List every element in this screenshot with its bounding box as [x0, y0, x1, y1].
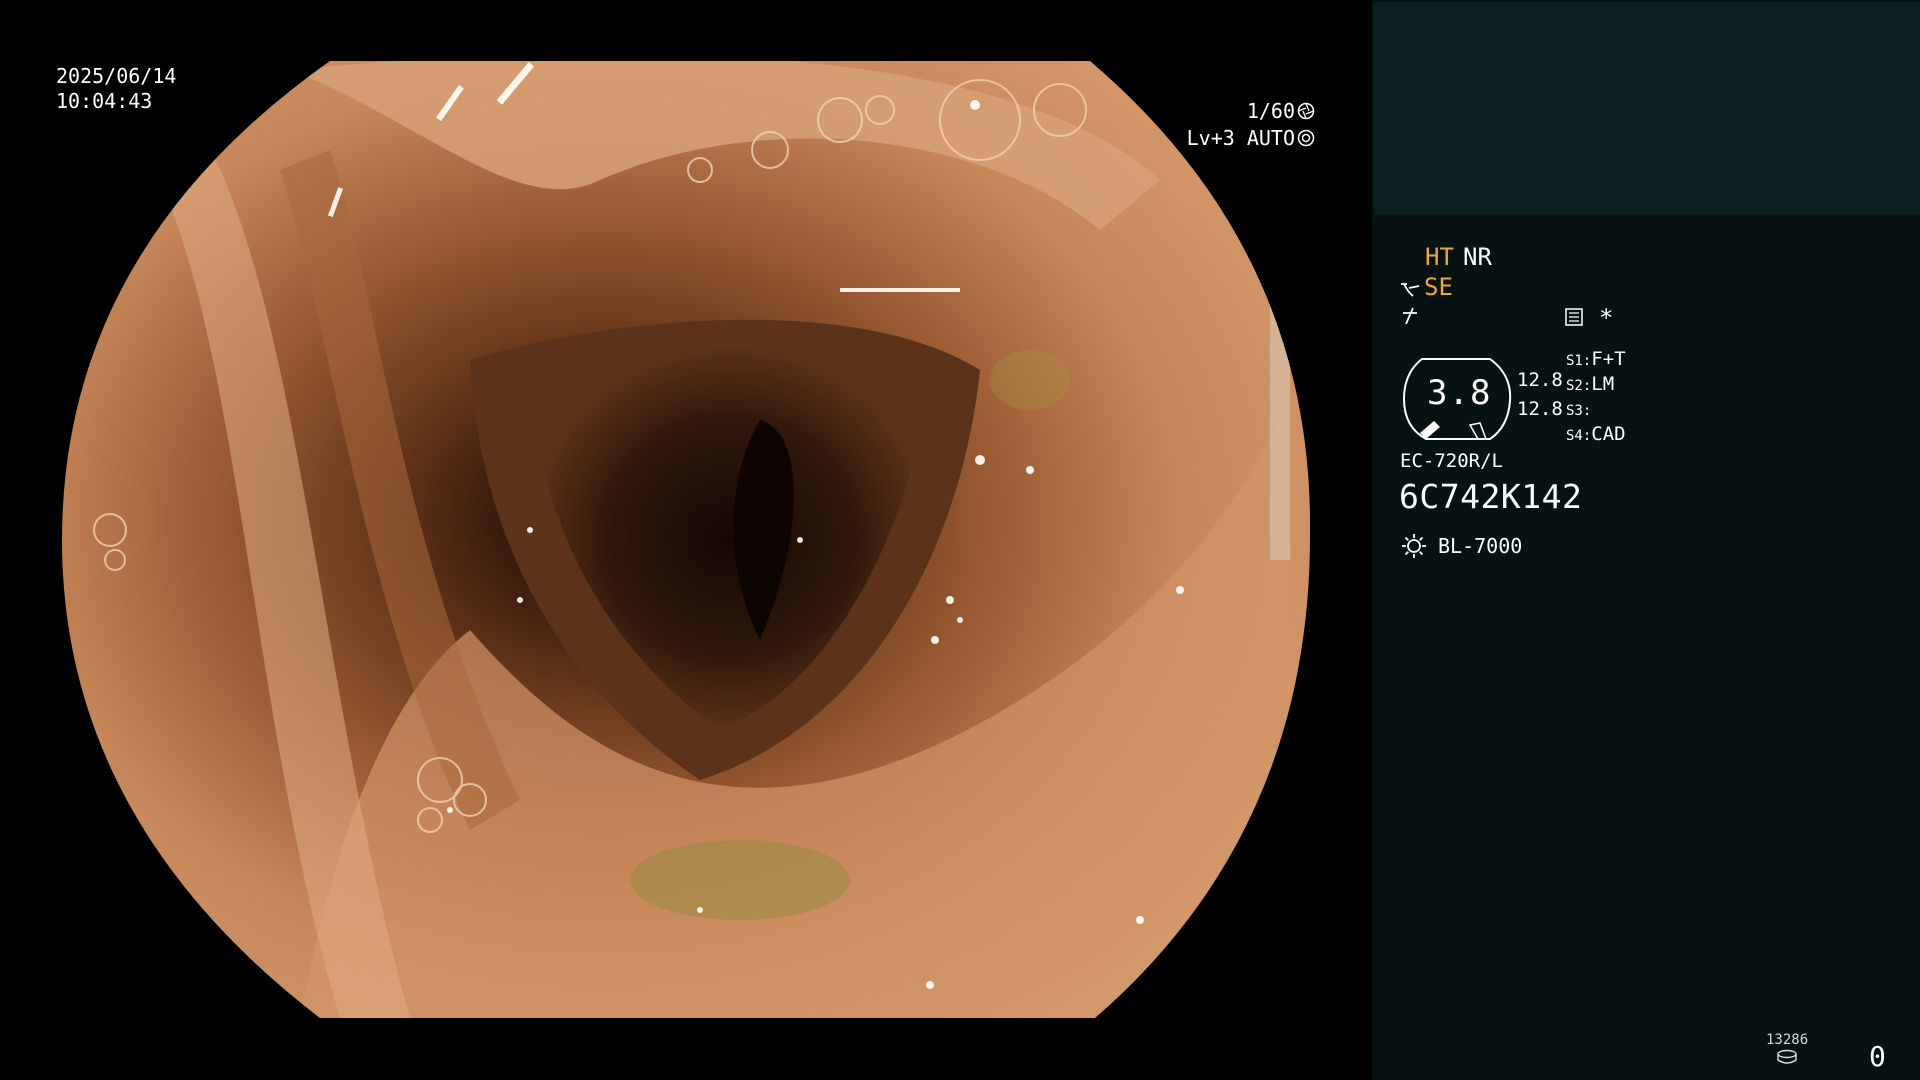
- se-indicator: SE: [1424, 273, 1453, 301]
- gauge-value: 3.8: [1427, 373, 1492, 413]
- switch-1-value: F+T: [1591, 348, 1626, 370]
- switch-4-value: CAD: [1591, 423, 1626, 445]
- switch-3-key: S3:: [1566, 403, 1592, 419]
- switch-2: S2:LM: [1566, 373, 1614, 395]
- light-source-model: BL-7000: [1438, 534, 1523, 558]
- scope-serial: 6C742K142: [1399, 477, 1583, 516]
- light-source-icon: [1402, 534, 1426, 558]
- time-text: 10:04:43: [56, 89, 153, 113]
- scope-tip-icon: [1401, 283, 1420, 297]
- iris-text: Lv+3 AUTO: [1186, 126, 1295, 150]
- switch-2-key: S2:: [1566, 378, 1592, 394]
- switch-2-value: LM: [1591, 373, 1615, 395]
- document-icon: [1565, 308, 1583, 326]
- image-counter: 0: [1869, 1040, 1886, 1073]
- switch-3: S3:: [1566, 398, 1591, 420]
- endoscope-view: 2025/06/14 10:04:43 1/60 Lv+3 AUTO: [0, 0, 1372, 1080]
- storage-count: 13286: [1766, 1032, 1809, 1048]
- storage-disk-icon: [1777, 1049, 1797, 1064]
- date-time-display: 2025/06/14 10:04:43: [56, 64, 176, 114]
- ht-indicator: HT: [1425, 243, 1454, 271]
- switch-4-key: S4:: [1566, 428, 1592, 444]
- star-indicator: *: [1599, 304, 1614, 332]
- enhancement-icon: [1403, 307, 1417, 325]
- pressure-value-1: 12.8: [1517, 369, 1563, 391]
- shutter-text: 1/60: [1246, 99, 1295, 123]
- endoscopic-image: [62, 61, 1311, 1018]
- switch-1-key: S1:: [1566, 353, 1592, 369]
- info-panel-header-area: [1374, 2, 1920, 215]
- nr-indicator: NR: [1463, 243, 1492, 271]
- exposure-display: 1/60 Lv+3 AUTO: [1187, 98, 1315, 152]
- aperture-icon: [1297, 102, 1315, 120]
- switch-4: S4:CAD: [1566, 423, 1626, 445]
- pressure-value-2: 12.8: [1517, 398, 1563, 420]
- info-panel: HT NR SE * 3.8 12.8 12.8 S1:F+T S2:LM S3…: [1372, 0, 1920, 1080]
- scope-model: EC-720R/L: [1400, 450, 1503, 472]
- date-text: 2025/06/14: [56, 64, 177, 88]
- iris-icon: [1297, 129, 1315, 147]
- switch-1: S1:F+T: [1566, 348, 1626, 370]
